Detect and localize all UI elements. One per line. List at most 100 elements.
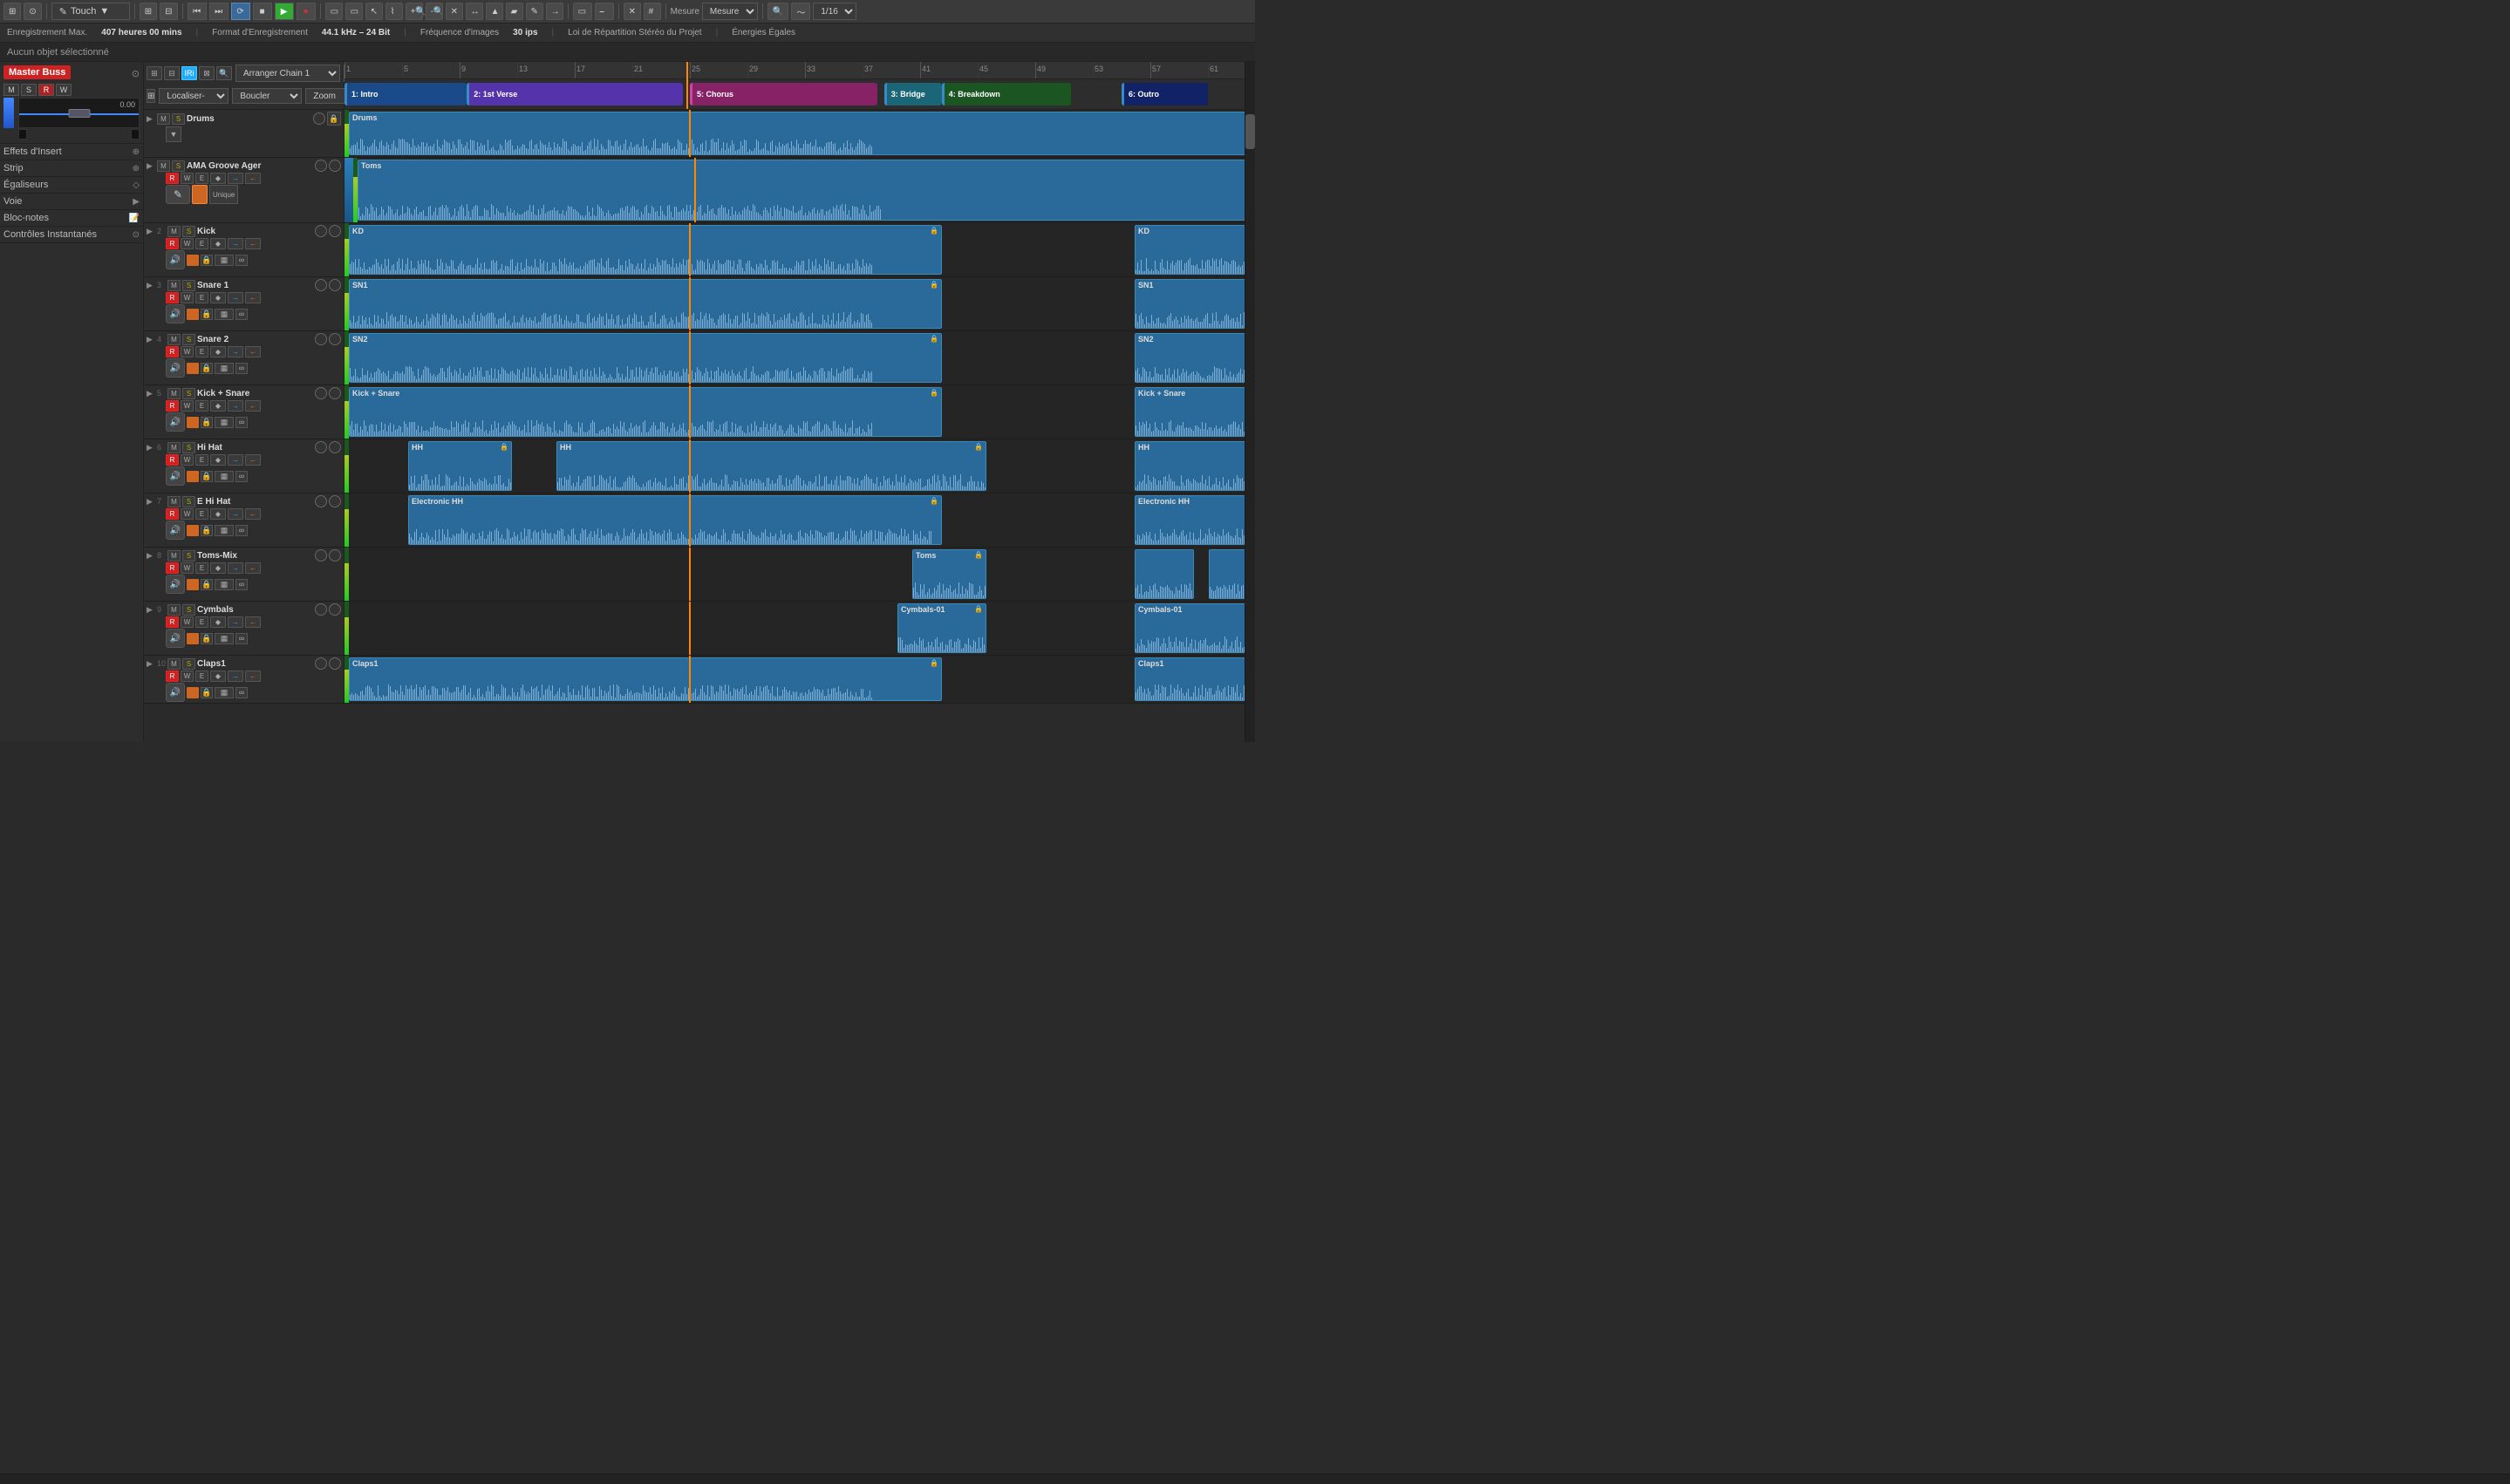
- track-4-ctrl-btn-0[interactable]: R: [166, 346, 179, 357]
- track-4-m-btn[interactable]: M: [167, 334, 181, 345]
- track-10-color-box[interactable]: [187, 687, 199, 698]
- track-3-type-icon[interactable]: 🔊: [166, 304, 185, 323]
- track-6-ctrl-btn-5[interactable]: ←: [245, 454, 261, 466]
- track-2-ctrl-btn-4[interactable]: →: [228, 238, 243, 249]
- panel-voie[interactable]: Voie ▶: [0, 194, 143, 210]
- track-4-rec-btn[interactable]: [315, 333, 327, 345]
- track-7-s-btn[interactable]: S: [182, 496, 195, 507]
- track-10-mon-btn[interactable]: [329, 657, 341, 670]
- track-9-ctrl-btn-2[interactable]: E: [195, 616, 208, 628]
- track-9-ctrl-btn-4[interactable]: →: [228, 616, 243, 628]
- vscroll-main[interactable]: [1245, 110, 1255, 742]
- toolbar-grid-btn[interactable]: ⊞: [3, 3, 21, 20]
- track-7-type-icon[interactable]: 🔊: [166, 521, 185, 540]
- section-block-6-Outro[interactable]: 6: Outro: [1122, 83, 1208, 106]
- clip-1-0[interactable]: Toms: [358, 160, 1245, 221]
- track-7-ctrl-btn-3[interactable]: ◆: [210, 508, 226, 520]
- track-3-lock-btn[interactable]: 🔒: [201, 309, 213, 320]
- track-0-fold-btn[interactable]: ▼: [166, 126, 181, 142]
- track-2-grid-btn[interactable]: ▦: [215, 255, 234, 266]
- track-9-m-btn[interactable]: M: [167, 604, 181, 616]
- clip-4-1[interactable]: SN2: [1135, 333, 1245, 383]
- master-s-btn[interactable]: S: [21, 84, 37, 96]
- clip-8-1[interactable]: [1135, 549, 1194, 599]
- tool-zoom-out[interactable]: -🔍: [426, 3, 443, 20]
- track-0-expand[interactable]: ▶: [147, 114, 155, 124]
- track-5-ctrl-btn-0[interactable]: R: [166, 400, 179, 412]
- wave-btn[interactable]: 〜: [791, 3, 810, 20]
- track-8-grid-btn[interactable]: ▦: [215, 579, 234, 590]
- track-1-mon-btn[interactable]: [329, 160, 341, 172]
- track-4-ctrl-btn-3[interactable]: ◆: [210, 346, 226, 357]
- track-3-ctrl-btn-4[interactable]: →: [228, 292, 243, 303]
- track-8-ctrl-btn-2[interactable]: E: [195, 562, 208, 574]
- track-5-m-btn[interactable]: M: [167, 388, 181, 399]
- localiser-select[interactable]: Localiser-: [159, 88, 228, 104]
- transport-stop-btn[interactable]: ■: [253, 3, 272, 20]
- track-7-lock-btn[interactable]: 🔒: [201, 525, 213, 536]
- track-8-ctrl-btn-0[interactable]: R: [166, 562, 179, 574]
- track-4-color-box[interactable]: [187, 363, 199, 374]
- clip-3-0[interactable]: SN1🔒: [349, 279, 942, 329]
- tool-select[interactable]: ▭: [325, 3, 343, 20]
- clip-9-0[interactable]: Cymbals-01🔒: [897, 603, 986, 653]
- track-9-grid-btn[interactable]: ▦: [215, 633, 234, 644]
- tool-rect[interactable]: ▭: [573, 3, 592, 20]
- track-7-ctrl-btn-2[interactable]: E: [195, 508, 208, 520]
- track-5-ctrl-btn-4[interactable]: →: [228, 400, 243, 412]
- track-9-ctrl-btn-0[interactable]: R: [166, 616, 179, 628]
- clip-3-1[interactable]: SN1: [1135, 279, 1245, 329]
- track-3-expand[interactable]: ▶: [147, 281, 155, 290]
- track-4-mon-btn[interactable]: [329, 333, 341, 345]
- track-7-ctrl-btn-0[interactable]: R: [166, 508, 179, 520]
- track-0-rec-btn[interactable]: [313, 112, 325, 125]
- track-1-ctrl-btn-3[interactable]: →: [228, 173, 243, 184]
- track-1-ctrl-btn-0[interactable]: W: [181, 173, 194, 184]
- track-8-s-btn[interactable]: S: [182, 550, 195, 562]
- track-6-ctrl-btn-3[interactable]: ◆: [210, 454, 226, 466]
- track-3-ctrl-btn-3[interactable]: ◆: [210, 292, 226, 303]
- track-8-ctrl-btn-4[interactable]: →: [228, 562, 243, 574]
- clip-10-0[interactable]: Claps1🔒: [349, 657, 942, 701]
- track-10-m-btn[interactable]: M: [167, 658, 181, 670]
- toolbar-mixer-btn[interactable]: ⊟: [160, 3, 177, 20]
- tool-split[interactable]: ⌇: [385, 3, 403, 20]
- track-6-color-box[interactable]: [187, 471, 199, 482]
- clip-7-1[interactable]: Electronic HH: [1135, 495, 1245, 545]
- track-1-clips[interactable]: Toms: [358, 158, 1245, 222]
- track-7-loop-btn[interactable]: ∞: [235, 525, 248, 536]
- track-9-loop-btn[interactable]: ∞: [235, 633, 248, 644]
- track-4-lock-btn[interactable]: 🔒: [201, 363, 213, 374]
- track-7-rec-btn[interactable]: [315, 495, 327, 507]
- fader-handle[interactable]: [68, 109, 90, 118]
- track-6-expand[interactable]: ▶: [147, 443, 155, 453]
- track-9-s-btn[interactable]: S: [182, 604, 195, 616]
- track-4-s-btn[interactable]: S: [182, 334, 195, 345]
- track-8-rec-btn[interactable]: [315, 549, 327, 562]
- track-10-ctrl-btn-5[interactable]: ←: [245, 671, 261, 682]
- track-6-mon-btn[interactable]: [329, 441, 341, 453]
- track-7-ctrl-btn-5[interactable]: ←: [245, 508, 261, 520]
- tool-line[interactable]: ⎯: [595, 3, 614, 20]
- track-4-ctrl-btn-4[interactable]: →: [228, 346, 243, 357]
- track-4-grid-btn[interactable]: ▦: [215, 363, 234, 374]
- track-5-ctrl-btn-2[interactable]: E: [195, 400, 208, 412]
- master-r-btn[interactable]: R: [38, 84, 54, 96]
- track-1-pattern-btn[interactable]: Unique: [209, 185, 238, 204]
- track-0-clips[interactable]: Drums: [349, 110, 1245, 157]
- tool-pen[interactable]: ✎: [526, 3, 543, 20]
- clip-9-1[interactable]: Cymbals-01: [1135, 603, 1245, 653]
- search-btn[interactable]: 🔍: [767, 3, 788, 20]
- track-4-clips[interactable]: SN2🔒SN2: [349, 331, 1245, 385]
- clip-5-1[interactable]: Kick + Snare: [1135, 387, 1245, 437]
- panel-controles-instantanes[interactable]: Contrôles Instantanés ⊙: [0, 227, 143, 243]
- track-3-mon-btn[interactable]: [329, 279, 341, 291]
- track-3-loop-btn[interactable]: ∞: [235, 309, 248, 320]
- track-8-m-btn[interactable]: M: [167, 550, 181, 562]
- track-9-lock-btn[interactable]: 🔒: [201, 633, 213, 644]
- track-0-lock[interactable]: 🔒: [327, 112, 341, 126]
- track-6-clips[interactable]: HH🔒HH🔒HH: [349, 439, 1245, 493]
- chain-search[interactable]: 🔍: [216, 66, 232, 80]
- panel-strip[interactable]: Strip ⊕: [0, 160, 143, 177]
- track-2-ctrl-btn-1[interactable]: W: [181, 238, 194, 249]
